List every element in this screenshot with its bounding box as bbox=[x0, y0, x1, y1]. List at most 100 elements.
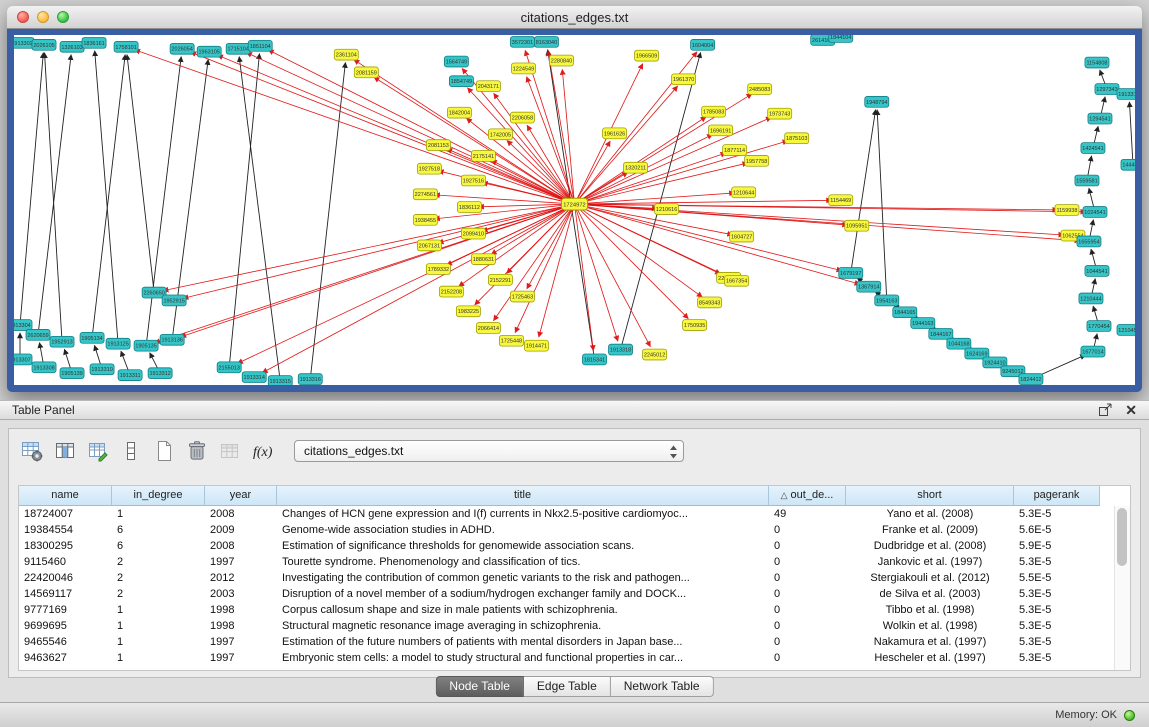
graph-node[interactable]: 1677014 bbox=[1081, 346, 1105, 357]
tab-networktable[interactable]: Network Table bbox=[611, 676, 714, 697]
table-settings-icon[interactable] bbox=[19, 438, 45, 464]
graph-node[interactable]: 1679197 bbox=[839, 268, 863, 279]
graph-node[interactable]: 2066414 bbox=[476, 323, 500, 334]
graph-node[interactable]: 1024541 bbox=[1083, 207, 1107, 218]
column-header-in_degree[interactable]: in_degree bbox=[112, 486, 205, 506]
graph-node[interactable]: 1913302 bbox=[14, 37, 34, 48]
graph-node[interactable]: 1750935 bbox=[683, 320, 707, 331]
graph-node[interactable]: 1604727 bbox=[730, 231, 754, 242]
graph-node[interactable]: 1983225 bbox=[456, 306, 480, 317]
graph-node[interactable]: 1785083 bbox=[702, 106, 726, 117]
graph-node[interactable]: 1326103 bbox=[60, 41, 84, 52]
graph-node[interactable]: 1696191 bbox=[709, 125, 733, 136]
graph-node[interactable]: 1957758 bbox=[745, 155, 769, 166]
graph-node[interactable]: 1961626 bbox=[603, 128, 627, 139]
scrollbar-thumb[interactable] bbox=[1117, 508, 1127, 566]
graph-node[interactable]: 2067131 bbox=[417, 240, 441, 251]
tab-edgetable[interactable]: Edge Table bbox=[524, 676, 611, 697]
column-header-year[interactable]: year bbox=[205, 486, 277, 506]
hub-node[interactable]: 1724972 bbox=[561, 198, 587, 210]
graph-node[interactable]: 1742005 bbox=[488, 129, 512, 140]
window-titlebar[interactable]: citations_edges.txt bbox=[7, 6, 1142, 29]
table-row[interactable]: 969969511998Structural magnetic resonanc… bbox=[19, 618, 1130, 634]
graph-node[interactable]: 1095951 bbox=[845, 220, 869, 231]
graph-node[interactable]: 1913314 bbox=[242, 372, 266, 383]
graph-node[interactable]: 1905134 bbox=[80, 332, 104, 343]
graph-node[interactable]: 2152291 bbox=[488, 274, 512, 285]
graph-node[interactable]: 1667354 bbox=[725, 275, 749, 286]
graph-node[interactable]: 1914471 bbox=[524, 340, 548, 351]
tab-nodetable[interactable]: Node Table bbox=[435, 676, 524, 697]
graph-node[interactable]: 1913125 bbox=[106, 338, 130, 349]
graph-node[interactable]: 2175141 bbox=[471, 151, 495, 162]
graph-node[interactable]: 1367914 bbox=[857, 281, 881, 292]
graph-node[interactable]: 2026105 bbox=[32, 39, 56, 50]
graph-node[interactable]: 1159938 bbox=[1055, 205, 1079, 216]
graph-node[interactable]: 2099410 bbox=[461, 228, 485, 239]
table-row[interactable]: 977716911998Corpus callosum shape and si… bbox=[19, 602, 1130, 618]
graph-node[interactable]: 1320211 bbox=[624, 162, 648, 173]
window-minimize-button[interactable] bbox=[37, 11, 49, 23]
graph-node[interactable]: 1154469 bbox=[829, 195, 853, 206]
table-row[interactable]: 946554611997Estimation of the future num… bbox=[19, 634, 1130, 650]
graph-node[interactable]: 1294541 bbox=[1088, 113, 1112, 124]
graph-node[interactable]: 2206058 bbox=[510, 112, 534, 123]
graph-node[interactable]: 1715104 bbox=[226, 43, 250, 54]
graph-node[interactable]: 1927516 bbox=[461, 175, 485, 186]
import-table-icon[interactable] bbox=[217, 438, 243, 464]
network-canvas[interactable]: 2280840122454920431711842004208115319275… bbox=[14, 35, 1135, 385]
graph-node[interactable]: 1424541 bbox=[1081, 143, 1105, 154]
graph-node[interactable]: 1725463 bbox=[510, 291, 534, 302]
table-row[interactable]: 1830029562008Estimation of significance … bbox=[19, 538, 1130, 554]
graph-node[interactable]: 1877114 bbox=[723, 145, 747, 156]
graph-node[interactable]: 1210616 bbox=[655, 204, 679, 215]
graph-node[interactable]: 1851104 bbox=[248, 40, 272, 51]
graph-node[interactable]: 1815341 bbox=[583, 354, 607, 365]
table-columns-icon[interactable] bbox=[52, 438, 78, 464]
column-header-title[interactable]: title bbox=[277, 486, 769, 506]
graph-node[interactable]: 2485083 bbox=[748, 84, 772, 95]
graph-node[interactable]: 1973743 bbox=[768, 108, 792, 119]
graph-node[interactable]: 1880631 bbox=[471, 254, 495, 265]
float-panel-icon[interactable] bbox=[1098, 403, 1113, 417]
graph-node[interactable]: 1824412 bbox=[1019, 374, 1043, 385]
graph-node[interactable]: 1963105 bbox=[197, 46, 221, 57]
graph-node[interactable]: 1044541 bbox=[1085, 266, 1109, 277]
network-view[interactable]: 2280840122454920431711842004208115319275… bbox=[14, 35, 1135, 385]
graph-node[interactable]: 1655954 bbox=[1077, 236, 1101, 247]
table-row[interactable]: 911546021997Tourette syndrome. Phenomeno… bbox=[19, 554, 1130, 570]
graph-node[interactable]: 8549343 bbox=[698, 297, 722, 308]
graph-node[interactable]: 1948794 bbox=[865, 96, 889, 107]
table-edit-icon[interactable] bbox=[85, 438, 111, 464]
graph-node[interactable]: 1938455 bbox=[413, 214, 437, 225]
graph-node[interactable]: 2043171 bbox=[476, 81, 500, 92]
graph-node[interactable]: 1044168 bbox=[947, 338, 971, 349]
graph-node[interactable]: 1913319 bbox=[1117, 89, 1135, 100]
graph-node[interactable]: 2081159 bbox=[354, 67, 378, 78]
graph-node[interactable]: 1913304 bbox=[14, 320, 32, 331]
graph-node[interactable]: 1154808 bbox=[1085, 57, 1109, 68]
graph-node[interactable]: 2361104 bbox=[334, 49, 358, 60]
graph-node[interactable]: 1844104 bbox=[829, 35, 853, 42]
table-row[interactable]: 1872400712008Changes of HCN gene express… bbox=[19, 506, 1130, 522]
graph-node[interactable]: 1725448 bbox=[499, 335, 523, 346]
graph-node[interactable]: 1842004 bbox=[447, 107, 471, 118]
graph-node[interactable]: 1966509 bbox=[635, 50, 659, 61]
graph-node[interactable]: 1927518 bbox=[417, 163, 441, 174]
graph-node[interactable]: 1604004 bbox=[691, 39, 715, 50]
column-header-name[interactable]: name bbox=[19, 486, 112, 506]
graph-node[interactable]: 1844167 bbox=[929, 328, 953, 339]
graph-node[interactable]: 2245012 bbox=[643, 349, 667, 360]
graph-node[interactable]: 1913315 bbox=[268, 376, 292, 385]
graph-node[interactable]: 1913310 bbox=[90, 364, 114, 375]
table-row[interactable]: 946362711997Embryonic stem cells: a mode… bbox=[19, 650, 1130, 666]
delete-table-icon[interactable] bbox=[184, 438, 210, 464]
graph-node[interactable]: 8163040 bbox=[534, 36, 558, 47]
graph-node[interactable]: 3572301 bbox=[510, 36, 534, 47]
column-header-short[interactable]: short bbox=[846, 486, 1014, 506]
graph-node[interactable]: 1913316 bbox=[298, 374, 322, 385]
graph-node[interactable]: 1913312 bbox=[148, 368, 172, 379]
graph-node[interactable]: 1444541 bbox=[1121, 159, 1135, 170]
graph-node[interactable]: 1210450 bbox=[1117, 325, 1135, 336]
graph-node[interactable]: 1944163 bbox=[911, 318, 935, 329]
